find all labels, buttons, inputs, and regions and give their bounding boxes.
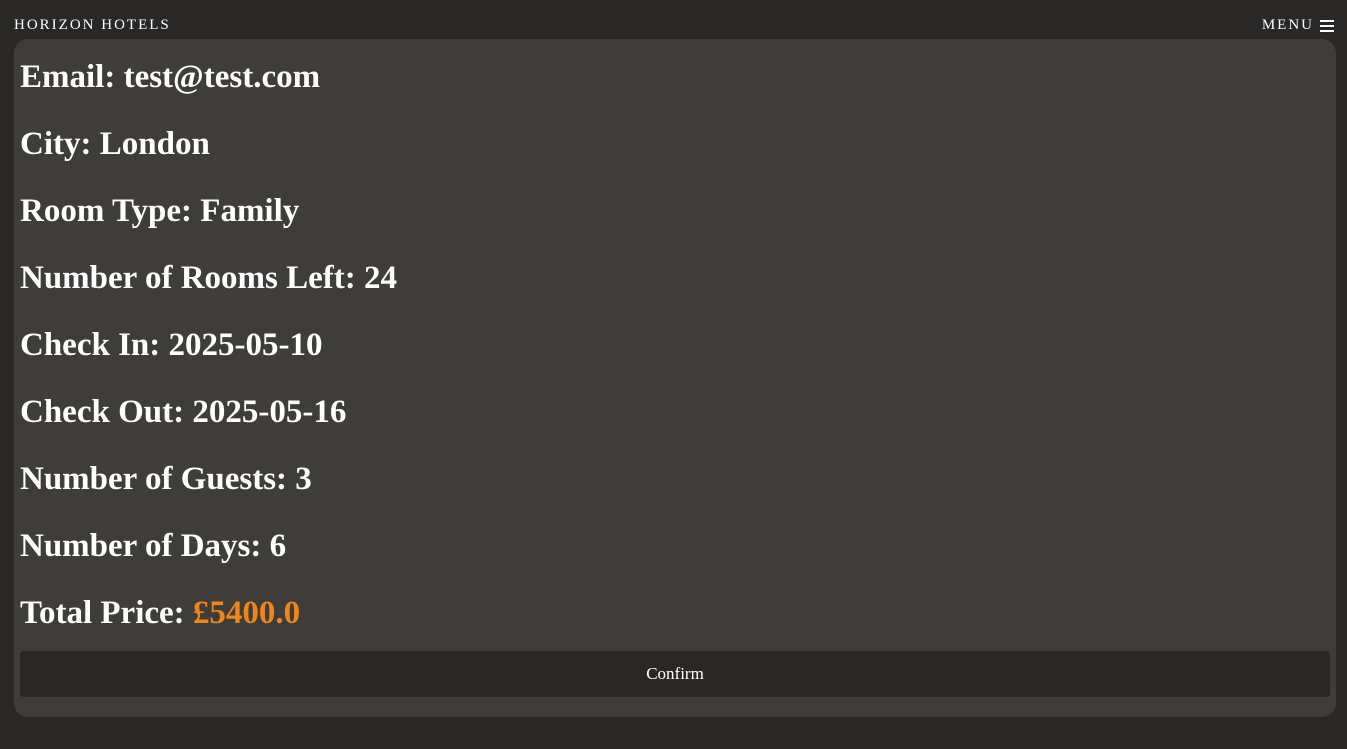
total-price-value: £5400.0 bbox=[192, 595, 301, 631]
detail-check-in: Check In: 2025-05-10 bbox=[20, 327, 323, 363]
hamburger-icon bbox=[1320, 19, 1334, 32]
menu-label: MENU bbox=[1261, 17, 1314, 33]
detail-guests: Number of Guests: 3 bbox=[20, 461, 312, 497]
detail-days: Number of Days: 6 bbox=[20, 528, 287, 564]
detail-room-type: Room Type: Family bbox=[20, 193, 300, 229]
total-price: Total Price: £5400.0 bbox=[20, 595, 301, 631]
menu-button[interactable]: MENU bbox=[1262, 17, 1334, 34]
booking-summary-card: Email: test@test.com City: London Room T… bbox=[14, 39, 1336, 717]
detail-rooms-left: Number of Rooms Left: 24 bbox=[20, 260, 398, 296]
detail-check-out: Check Out: 2025-05-16 bbox=[20, 394, 347, 430]
detail-email: Email: test@test.com bbox=[20, 59, 321, 95]
confirm-button[interactable]: Confirm bbox=[20, 651, 1330, 697]
detail-city: City: London bbox=[20, 126, 210, 162]
brand-logo[interactable]: HORIZON HOTELS bbox=[14, 17, 171, 34]
